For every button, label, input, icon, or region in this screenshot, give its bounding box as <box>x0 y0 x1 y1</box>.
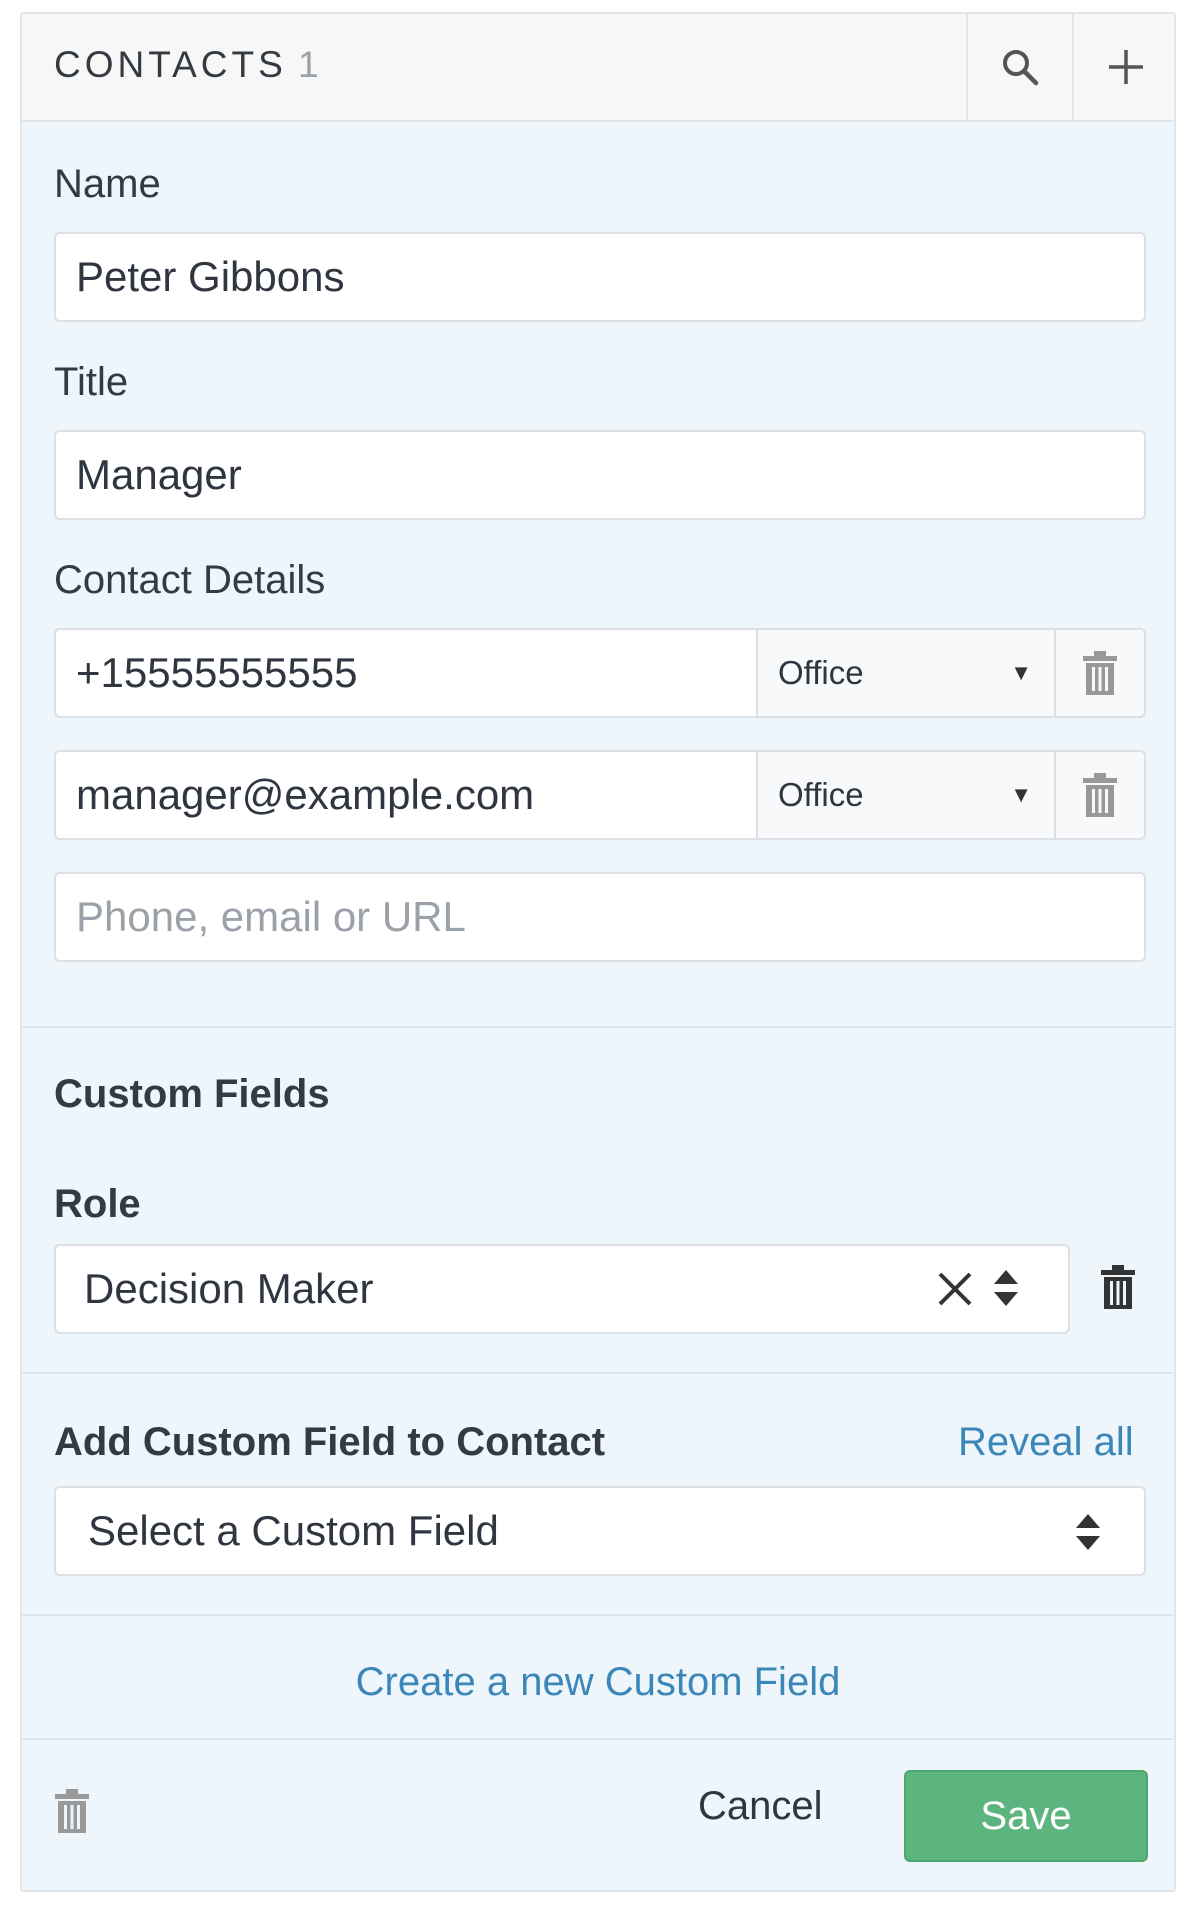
trash-icon <box>1101 1265 1135 1309</box>
create-custom-field-wrap: Create a new Custom Field <box>22 1660 1174 1705</box>
clear-icon[interactable] <box>936 1270 974 1318</box>
custom-field-select-placeholder: Select a Custom Field <box>88 1507 499 1554</box>
reveal-all-link[interactable]: Reveal all <box>958 1420 1134 1465</box>
custom-field-select[interactable]: Select a Custom Field <box>54 1486 1146 1576</box>
cancel-button[interactable]: Cancel <box>698 1784 823 1829</box>
name-label: Name <box>54 162 161 206</box>
section-divider <box>22 1614 1174 1616</box>
custom-fields-title: Custom Fields <box>54 1072 330 1116</box>
panel-header: CONTACTS 1 <box>22 14 1174 122</box>
delete-detail-button[interactable] <box>1054 628 1146 718</box>
contact-detail-row: +15555555555 Office ▼ <box>54 628 1146 718</box>
title-label: Title <box>54 360 129 404</box>
new-contact-detail-input[interactable]: Phone, email or URL <box>54 872 1146 962</box>
sort-icon <box>1074 1512 1102 1562</box>
role-label: Role <box>54 1182 141 1226</box>
title-input[interactable]: Manager <box>54 430 1146 520</box>
contact-count: 1 <box>298 44 319 85</box>
delete-detail-button[interactable] <box>1054 750 1146 840</box>
search-icon <box>1003 50 1039 86</box>
contact-detail-input[interactable]: manager@example.com <box>54 750 758 840</box>
role-select[interactable]: Decision Maker <box>54 1244 1070 1334</box>
contact-edit-panel: CONTACTS 1 Name Peter Gibbons Title Mana… <box>20 12 1176 1892</box>
contact-detail-value: +15555555555 <box>76 649 358 696</box>
contact-detail-type: Office <box>778 654 864 691</box>
header-title: CONTACTS <box>54 44 287 85</box>
contact-detail-type: Office <box>778 776 864 813</box>
contact-detail-type-select[interactable]: Office ▼ <box>756 628 1056 718</box>
sort-icon <box>992 1268 1020 1318</box>
new-contact-detail-placeholder: Phone, email or URL <box>76 893 466 940</box>
name-input[interactable]: Peter Gibbons <box>54 232 1146 322</box>
search-button[interactable] <box>966 14 1072 120</box>
dropdown-arrow-icon: ▼ <box>1010 782 1032 807</box>
contact-detail-row: manager@example.com Office ▼ <box>54 750 1146 840</box>
plus-icon <box>1109 50 1143 84</box>
section-divider <box>22 1026 1174 1028</box>
title-value: Manager <box>76 451 242 498</box>
save-button[interactable]: Save <box>904 1770 1148 1862</box>
trash-icon <box>55 1789 89 1833</box>
trash-icon <box>1083 651 1117 695</box>
add-contact-button[interactable] <box>1072 14 1174 120</box>
name-value: Peter Gibbons <box>76 253 345 300</box>
contact-details-label: Contact Details <box>54 558 326 602</box>
trash-icon <box>1083 773 1117 817</box>
create-custom-field-link[interactable]: Create a new Custom Field <box>356 1660 841 1704</box>
add-custom-field-title: Add Custom Field to Contact <box>54 1420 606 1464</box>
section-divider <box>22 1372 1174 1374</box>
save-label: Save <box>980 1793 1072 1838</box>
dropdown-arrow-icon: ▼ <box>1010 660 1032 685</box>
contact-detail-input[interactable]: +15555555555 <box>54 628 758 718</box>
contact-detail-value: manager@example.com <box>76 771 535 818</box>
delete-role-button[interactable] <box>1100 1264 1148 1314</box>
role-value: Decision Maker <box>84 1265 374 1312</box>
contact-detail-type-select[interactable]: Office ▼ <box>756 750 1056 840</box>
section-divider <box>22 1738 1174 1740</box>
delete-contact-button[interactable] <box>54 1788 94 1838</box>
